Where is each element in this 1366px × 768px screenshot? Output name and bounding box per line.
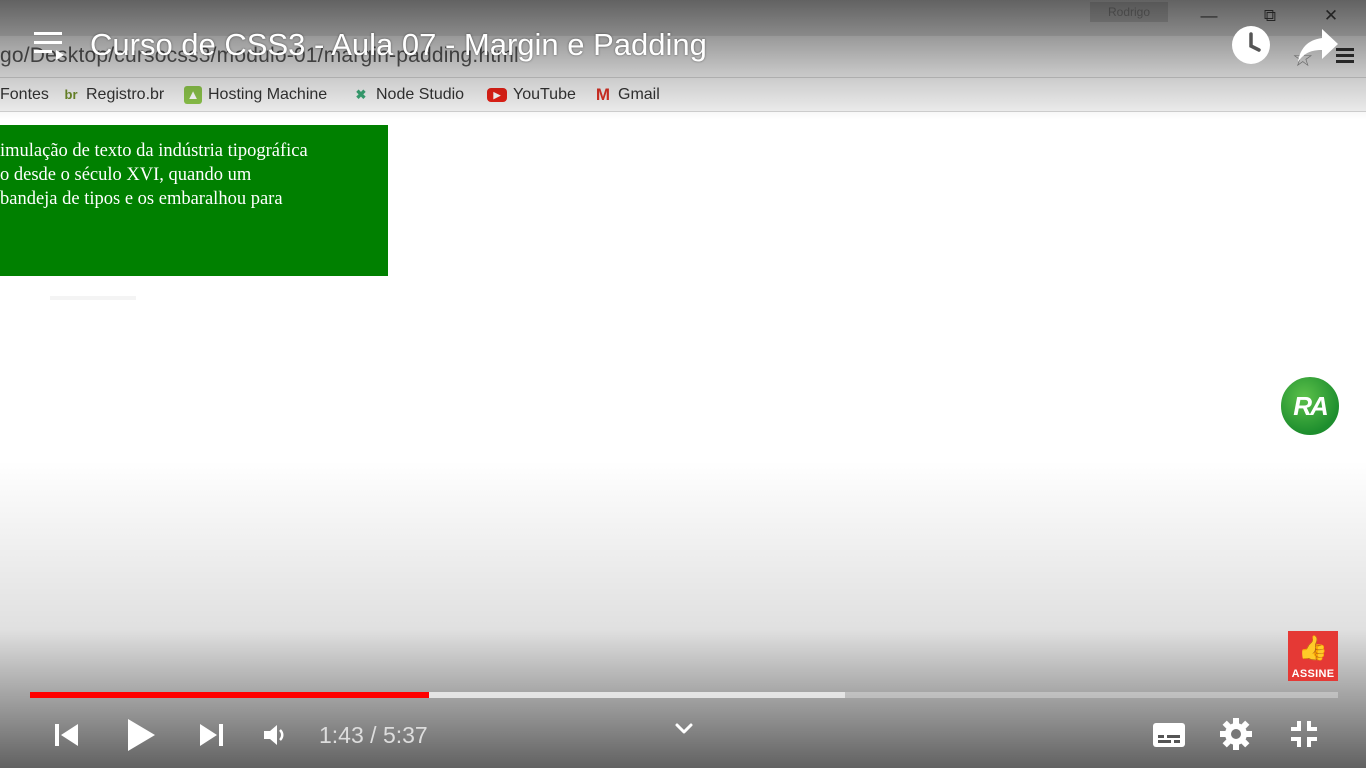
green-box-line: o desde o século XVI, quando um <box>0 165 252 185</box>
hosting-machine-icon: ▲ <box>184 86 202 104</box>
subscribe-label: ASSINE <box>1291 668 1335 680</box>
registro-br-icon: br <box>64 87 78 102</box>
time-separator: / <box>363 722 383 748</box>
node-studio-icon: ✖ <box>355 87 367 102</box>
clock-icon[interactable] <box>1231 25 1271 65</box>
page-artifact <box>50 296 136 300</box>
window-user-tag: Rodrigo <box>1090 2 1168 22</box>
video-title[interactable]: Curso de CSS3 - Aula 07 - Margin e Paddi… <box>90 26 707 64</box>
time-display: 1:43 / 5:37 <box>319 720 428 750</box>
gear-icon[interactable] <box>1219 717 1253 756</box>
video-frame[interactable]: Rodrigo — ⧉ ✕ go/Desktop/cursocss3/modul… <box>0 0 1366 768</box>
thumbs-up-icon: 👍 <box>1298 635 1328 662</box>
time-total: 5:37 <box>382 722 428 748</box>
green-box-line: imulação de texto da indústria tipográfi… <box>0 141 308 161</box>
playlist-icon[interactable] <box>34 32 64 60</box>
bookmark-item: br Registro.br <box>62 85 165 105</box>
time-current: 1:43 <box>319 722 364 748</box>
play-icon[interactable] <box>124 716 158 759</box>
share-arrow-icon[interactable] <box>1296 25 1340 65</box>
minimize-icon: — <box>1200 6 1218 25</box>
bookmark-label: Hosting Machine <box>208 86 328 103</box>
gmail-icon: M <box>595 85 611 104</box>
chevron-down-icon[interactable] <box>672 716 696 740</box>
bookmark-item: M Gmail <box>594 85 660 105</box>
subscribe-button[interactable]: 👍 ASSINE <box>1288 631 1338 681</box>
bookmark-label: YouTube <box>513 86 576 103</box>
bookmark-item: Fontes <box>0 85 49 105</box>
green-box-line: bandeja de tipos e os embaralhou para <box>0 189 283 209</box>
channel-watermark[interactable]: RA <box>1279 375 1341 437</box>
bookmark-item: ▶ YouTube <box>487 85 576 105</box>
green-content-box: imulação de texto da indústria tipográfi… <box>0 125 388 276</box>
youtube-icon: ▶ <box>487 88 507 102</box>
bookmark-label: Gmail <box>618 86 660 103</box>
progress-played <box>30 692 429 698</box>
bookmark-item: ▲ Hosting Machine <box>184 85 327 105</box>
skip-next-icon[interactable] <box>196 720 226 755</box>
bookmark-label: Node Studio <box>376 86 465 103</box>
bookmark-label: Registro.br <box>86 86 165 103</box>
bookmark-label: Fontes <box>0 86 49 103</box>
progress-bar[interactable] <box>30 692 1338 698</box>
exit-fullscreen-icon[interactable] <box>1288 718 1320 755</box>
bookmark-item: ✖ Node Studio <box>352 85 465 105</box>
skip-previous-icon[interactable] <box>52 720 82 755</box>
bookmarks-bar: Fontes br Registro.br ▲ Hosting Machine … <box>0 78 1366 112</box>
subtitles-icon[interactable] <box>1151 719 1187 756</box>
volume-icon[interactable] <box>261 721 289 754</box>
